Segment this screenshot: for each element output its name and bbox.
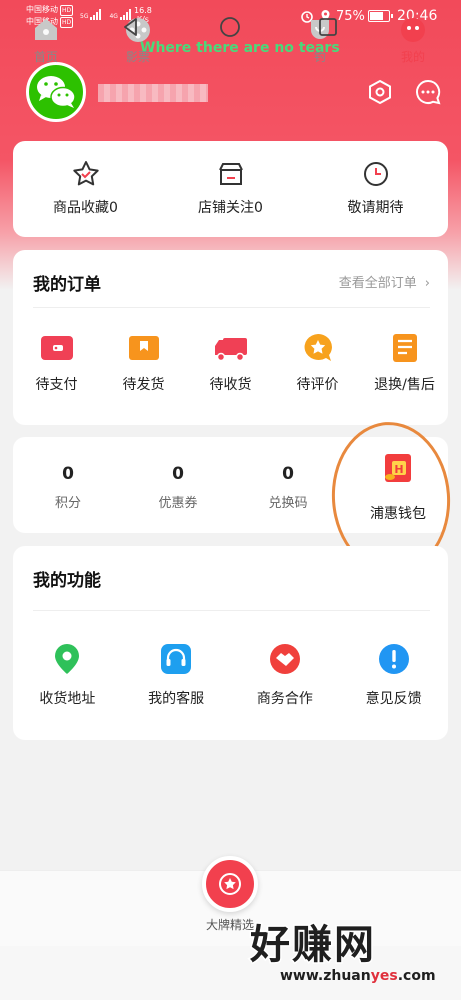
redeem-codes[interactable]: 0 兑换码 xyxy=(233,437,343,533)
divider xyxy=(33,307,430,308)
shipping-address[interactable]: 收货地址 xyxy=(13,642,122,708)
home-nav-icon[interactable] xyxy=(219,16,241,38)
truck-icon xyxy=(214,338,247,362)
order-pending-payment[interactable]: 待支付 xyxy=(13,332,100,394)
divider xyxy=(33,610,430,611)
package-icon xyxy=(128,336,159,360)
store-icon xyxy=(218,163,243,185)
order-returns[interactable]: 退换/售后 xyxy=(361,332,448,394)
customer-service[interactable]: 我的客服 xyxy=(122,642,231,708)
business-cooperation[interactable]: 商务合作 xyxy=(231,642,340,708)
headset-icon xyxy=(161,644,192,674)
star-icon xyxy=(72,161,99,186)
orders-title: 我的订单 xyxy=(33,275,101,295)
avatar[interactable] xyxy=(26,62,86,122)
order-pending-shipment[interactable]: 待发货 xyxy=(100,332,187,394)
wallet-card-icon xyxy=(40,336,73,360)
home-icon xyxy=(35,19,57,40)
handshake-icon xyxy=(269,644,300,674)
recent-apps-icon[interactable] xyxy=(317,16,339,38)
settings-button[interactable] xyxy=(366,78,394,106)
location-pin-icon xyxy=(55,644,80,674)
functions-title: 我的功能 xyxy=(33,571,101,591)
username-blurred xyxy=(98,84,208,102)
view-all-orders-link[interactable]: 查看全部订单 › xyxy=(339,272,430,291)
profile-icon xyxy=(401,18,425,42)
favorites-goods[interactable]: 商品收藏0 xyxy=(13,141,158,237)
back-icon[interactable] xyxy=(120,16,142,38)
document-icon xyxy=(392,334,417,362)
chat-bubble-icon xyxy=(416,79,441,105)
messages-button[interactable] xyxy=(414,78,442,106)
exclamation-icon xyxy=(378,644,409,674)
coupons[interactable]: 0 优惠券 xyxy=(123,437,233,533)
chevron-right-icon: › xyxy=(424,276,430,291)
orders-card: 我的订单 查看全部订单 › 待支付 待发货 待收货 待评价 退换/售后 xyxy=(13,250,448,425)
site-watermark: 好赚网 www.zhuanyes.com xyxy=(249,921,436,985)
tab-home[interactable]: 首页 xyxy=(16,16,76,65)
clock-icon xyxy=(363,162,388,186)
favorites-card: 商品收藏0 店铺关注0 敬请期待 xyxy=(13,141,448,237)
wechat-logo-icon xyxy=(37,76,76,108)
functions-card: 我的功能 收货地址 我的客服 商务合作 意见反馈 xyxy=(13,546,448,740)
review-star-icon xyxy=(304,334,332,361)
order-pending-receipt[interactable]: 待收货 xyxy=(187,332,274,394)
favorites-stores[interactable]: 店铺关注0 xyxy=(158,141,303,237)
coming-soon[interactable]: 敬请期待 xyxy=(303,141,448,237)
carrier-1: 中国移动 HD xyxy=(26,5,74,16)
points[interactable]: 0 积分 xyxy=(13,437,123,533)
order-pending-review[interactable]: 待评价 xyxy=(274,332,361,394)
star-badge-icon xyxy=(219,873,241,895)
tab-profile[interactable]: 我的 xyxy=(383,16,443,65)
feedback[interactable]: 意见反馈 xyxy=(339,642,448,708)
hexagon-gear-icon xyxy=(369,79,391,105)
